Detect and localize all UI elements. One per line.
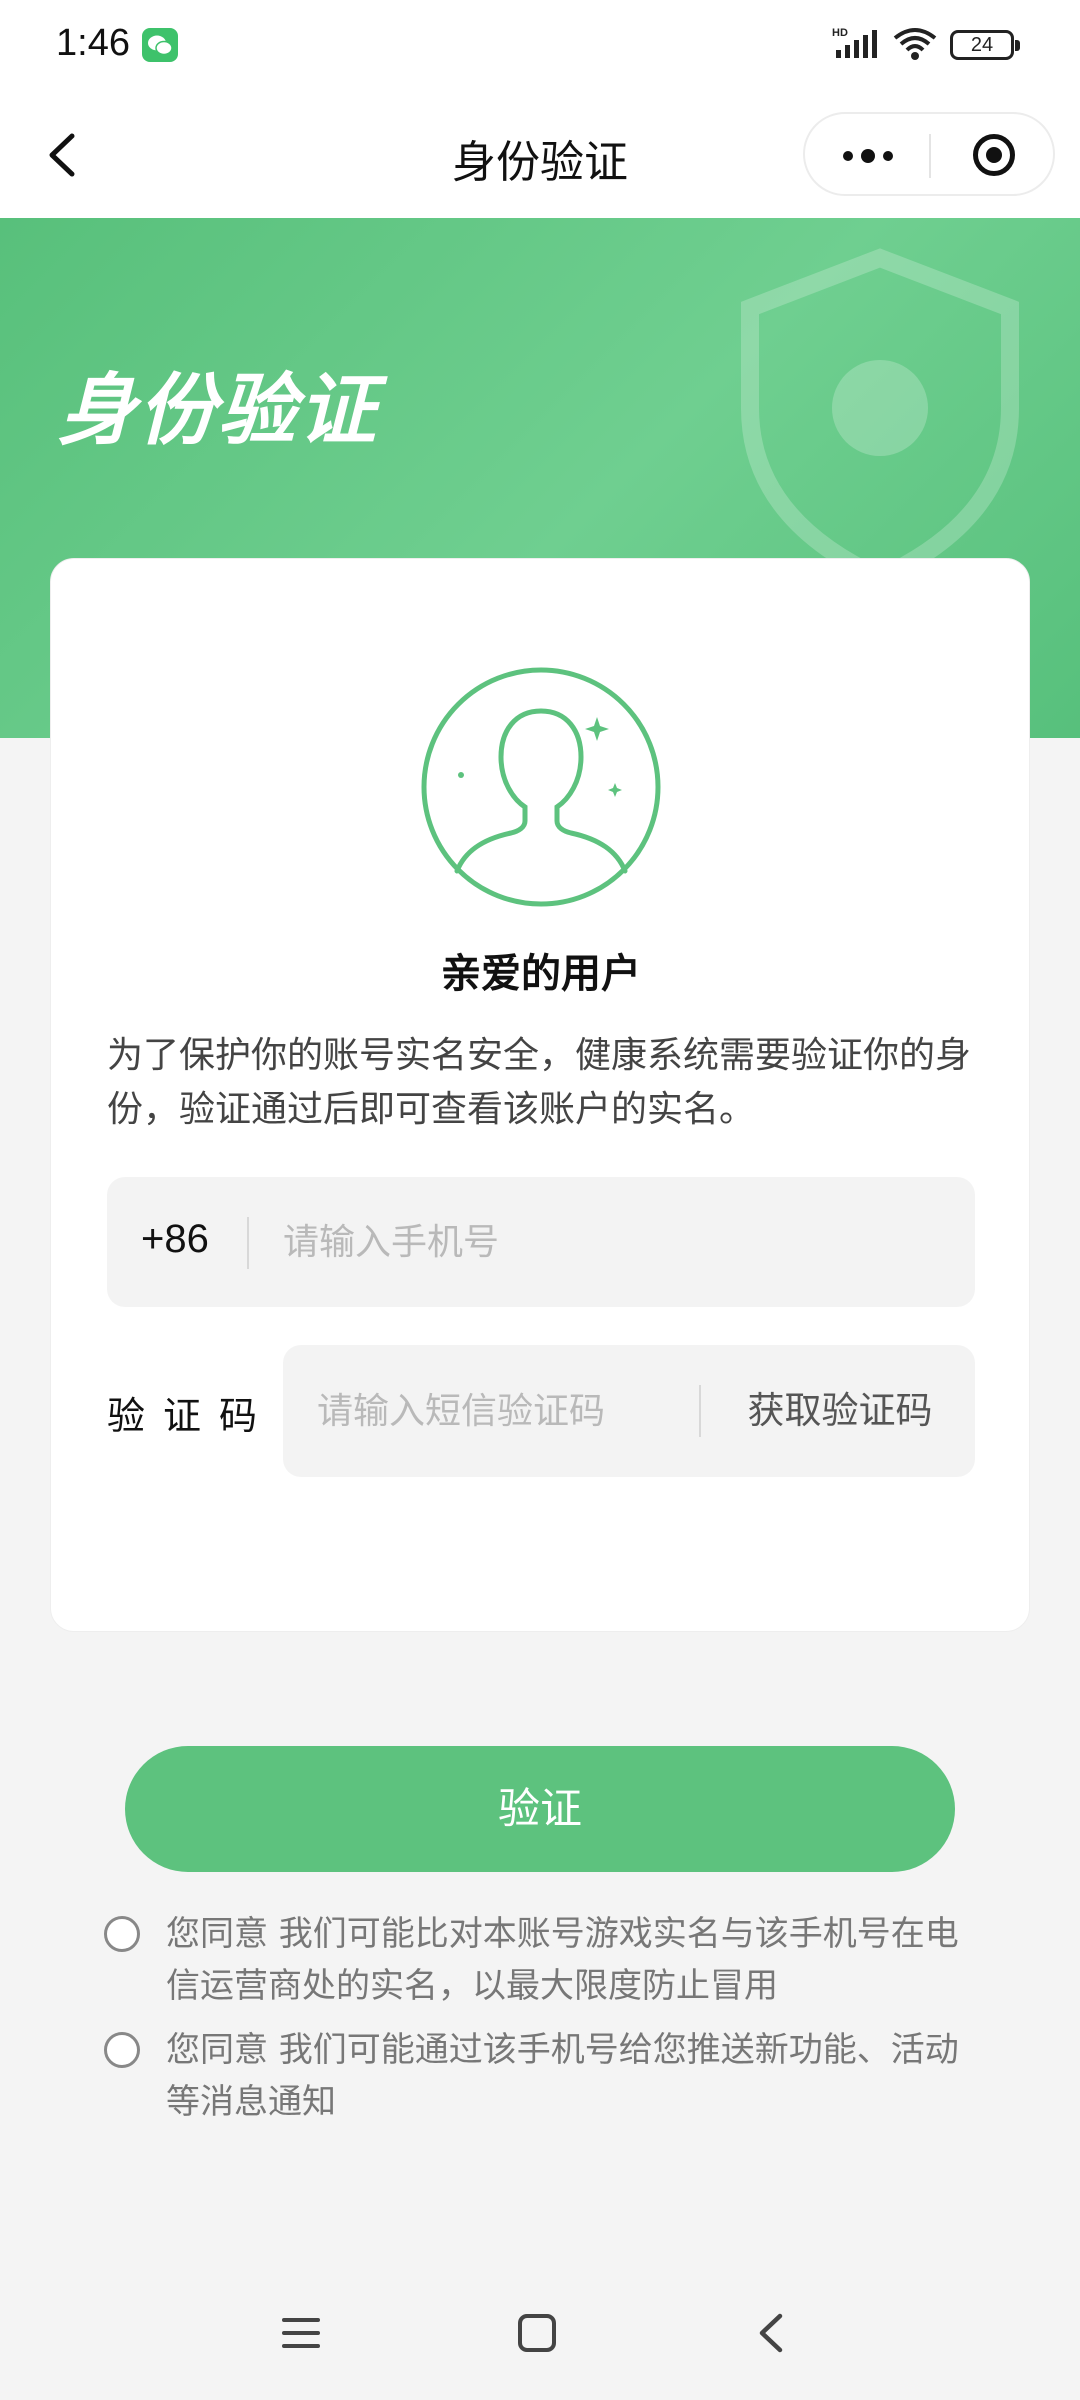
user-avatar-icon bbox=[421, 667, 661, 907]
agreement-text: 您同意 我们可能比对本账号游戏实名与该手机号在电信运营商处的实名，以最大限度防止… bbox=[166, 1914, 959, 2006]
field-divider bbox=[699, 1385, 701, 1437]
agreement-radio[interactable] bbox=[104, 1916, 140, 1952]
wechat-notification-icon bbox=[142, 28, 178, 62]
status-bar: 1:46 HD 24 bbox=[0, 0, 1080, 92]
system-navigation-bar bbox=[0, 2270, 1080, 2400]
field-divider bbox=[247, 1217, 249, 1269]
verify-button[interactable]: 验证 bbox=[125, 1746, 955, 1872]
greeting-title: 亲爱的用户 bbox=[441, 951, 641, 997]
verification-card: 亲爱的用户 为了保护你的账号实名安全，健康系统需要验证你的身份，验证通过后即可查… bbox=[50, 558, 1030, 1632]
cellular-signal-icon: HD bbox=[832, 27, 877, 58]
home-button[interactable] bbox=[518, 2314, 556, 2352]
verification-code-input[interactable] bbox=[317, 1378, 697, 1444]
verification-code-field: 获取验证码 bbox=[283, 1345, 975, 1477]
country-code-selector[interactable]: +86 bbox=[141, 1217, 209, 1262]
verification-code-label: 验证码 bbox=[107, 1394, 276, 1438]
agreement-radio[interactable] bbox=[104, 2032, 140, 2068]
phone-field: +86 bbox=[107, 1177, 975, 1307]
hero-title: 身份验证 bbox=[58, 366, 379, 456]
wifi-icon bbox=[893, 28, 937, 60]
agreement-text: 您同意 我们可能通过该手机号给您推送新功能、活动等消息通知 bbox=[166, 2030, 959, 2122]
close-mini-program-button[interactable] bbox=[931, 114, 1055, 194]
nav-bar: 身份验证 bbox=[0, 92, 1080, 218]
status-time: 1:46 bbox=[56, 22, 130, 64]
verification-description: 为了保护你的账号实名安全，健康系统需要验证你的身份，验证通过后即可查看该账户的实… bbox=[107, 1035, 972, 1130]
battery-icon: 24 bbox=[950, 30, 1020, 60]
network-type-label: HD bbox=[832, 27, 848, 39]
more-button[interactable] bbox=[805, 114, 929, 194]
phone-input[interactable] bbox=[283, 1209, 943, 1275]
mini-program-capsule bbox=[803, 112, 1055, 196]
system-back-button[interactable] bbox=[752, 2310, 792, 2356]
get-code-button[interactable]: 获取验证码 bbox=[723, 1381, 957, 1441]
battery-level: 24 bbox=[970, 34, 994, 56]
recent-apps-button[interactable] bbox=[282, 2314, 322, 2354]
shield-icon bbox=[741, 248, 1019, 588]
